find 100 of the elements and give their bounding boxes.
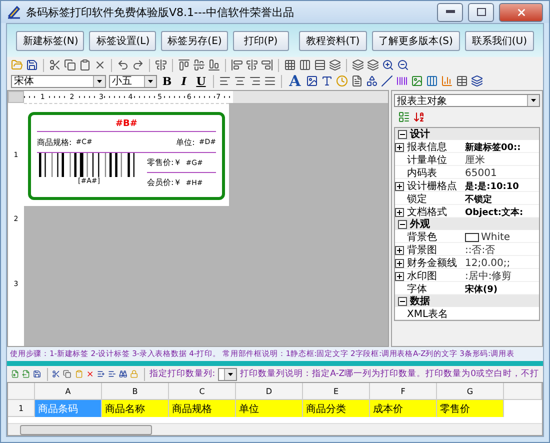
property-row[interactable]: 锁定 不锁定 (395, 192, 539, 205)
copy-icon[interactable] (64, 59, 76, 71)
undo-icon[interactable] (117, 59, 129, 71)
property-row[interactable]: 背景色 White (395, 230, 539, 243)
expand-icon[interactable] (395, 208, 404, 216)
zoom-out-icon[interactable] (397, 59, 409, 71)
columns-icon[interactable] (426, 75, 438, 87)
column-header[interactable]: G (437, 383, 504, 400)
property-row[interactable]: 报表信息 新建标签00:: (395, 140, 539, 153)
property-row[interactable]: 设计栅格点 是:是:10:10 (395, 179, 539, 192)
grid-icon[interactable] (284, 59, 296, 71)
expand-icon[interactable] (395, 142, 404, 152)
italic-button[interactable]: I (177, 74, 191, 88)
align-icon[interactable] (155, 59, 167, 71)
toolbar-button[interactable]: 标签另存(E) (160, 30, 228, 50)
justify-icon[interactable] (264, 75, 276, 87)
count-column-dropdown[interactable] (218, 368, 238, 380)
image-icon[interactable] (306, 75, 318, 87)
scissors-icon[interactable] (52, 368, 60, 380)
underline-button[interactable]: U (194, 74, 208, 88)
sort-az-icon[interactable] (413, 111, 425, 123)
clipboard-icon[interactable] (74, 368, 83, 380)
align-right-icon[interactable] (249, 75, 261, 87)
object-dropdown[interactable]: 报表主对象 (394, 94, 540, 107)
text-icon[interactable] (321, 75, 333, 87)
align-left-icon[interactable] (231, 59, 243, 71)
property-row[interactable]: 内码表 65001 (395, 166, 539, 179)
column-header[interactable]: F (370, 383, 437, 400)
font-dropdown[interactable]: 宋体 (11, 74, 106, 88)
export-icon[interactable] (22, 368, 30, 380)
table-cell[interactable]: 零售价 (437, 400, 504, 417)
align-top-icon[interactable] (178, 59, 190, 71)
save-icon[interactable] (26, 59, 38, 71)
scroll-thumb[interactable] (20, 424, 152, 434)
caret-icon[interactable] (93, 76, 105, 86)
table-cell[interactable]: 单位 (236, 400, 303, 417)
caret-icon[interactable] (144, 76, 156, 86)
property-row[interactable]: 计量单位 厘米 (395, 153, 539, 166)
expand-icon[interactable] (395, 246, 404, 254)
bold-button[interactable]: B (160, 74, 174, 88)
toolbar-button[interactable]: 教程资料(T) (298, 30, 367, 50)
align-right-icon[interactable] (261, 59, 273, 71)
line-icon[interactable] (381, 75, 393, 87)
property-row[interactable]: 背景图 ::否:否 (395, 243, 539, 256)
toolbar-button[interactable]: 了解更多版本(S) (372, 30, 460, 50)
close-button[interactable] (499, 2, 543, 22)
image-icon[interactable] (411, 75, 423, 87)
column-header[interactable]: E (303, 383, 370, 400)
layers-icon[interactable] (471, 75, 483, 87)
expand-icon[interactable] (395, 258, 404, 268)
delete-icon[interactable] (94, 59, 106, 71)
align-bottom-icon[interactable] (208, 59, 220, 71)
table-cell[interactable]: 商品分类 (303, 400, 370, 417)
column-header[interactable]: A (35, 383, 102, 400)
zoom-in-icon[interactable] (382, 59, 394, 71)
table-cell[interactable]: 商品名称 (102, 400, 169, 417)
copy-icon[interactable] (63, 368, 72, 380)
expand-icon[interactable] (395, 272, 404, 280)
column-header[interactable]: C (169, 383, 236, 400)
column-header[interactable]: B (102, 383, 169, 400)
document-icon[interactable] (351, 75, 363, 87)
align-center-icon[interactable] (246, 59, 258, 71)
table-icon[interactable] (456, 75, 468, 87)
layers-icon[interactable] (367, 59, 379, 71)
property-row[interactable]: 财务金额线 12;0.00;; (395, 256, 539, 269)
align-left-icon[interactable] (219, 75, 231, 87)
binoculars-icon[interactable] (119, 368, 128, 380)
collapse-icon[interactable] (398, 130, 407, 138)
expand-icon[interactable] (395, 182, 404, 190)
table-cell[interactable]: 成本价 (370, 400, 437, 417)
bar-chart-icon[interactable] (441, 75, 453, 87)
property-row[interactable]: 水印图 :居中:修剪 (395, 269, 539, 282)
maximize-button[interactable] (468, 2, 494, 22)
collapse-icon[interactable] (398, 220, 407, 228)
minimize-button[interactable] (437, 2, 463, 22)
toolbar-button[interactable]: 新建标签(N) (16, 30, 84, 50)
shapes-icon[interactable] (366, 75, 378, 87)
property-row[interactable]: XML表名 (395, 307, 539, 320)
save-icon[interactable] (33, 368, 42, 380)
toolbar-button[interactable]: 联系我们(U) (464, 30, 534, 50)
size-dropdown[interactable]: 小五 (109, 74, 157, 88)
text-tool-button[interactable]: A (287, 73, 303, 89)
caret-icon[interactable] (224, 368, 236, 380)
scissors-icon[interactable] (49, 59, 61, 71)
horizontal-scrollbar[interactable] (8, 423, 542, 435)
collapse-icon[interactable] (398, 296, 407, 306)
align-center-icon[interactable] (234, 75, 246, 87)
columns-icon[interactable] (299, 59, 311, 71)
layers-icon[interactable] (352, 59, 364, 71)
column-header[interactable]: D (236, 383, 303, 400)
layers-icon[interactable] (329, 59, 341, 71)
clipboard-icon[interactable] (79, 59, 91, 71)
redo-icon[interactable] (132, 59, 144, 71)
table-cell[interactable]: 商品规格 (169, 400, 236, 417)
toolbar-button[interactable]: 标签设置(L) (89, 30, 156, 50)
caret-icon[interactable] (527, 95, 539, 106)
row-header[interactable]: 1 (8, 400, 35, 417)
rows-icon[interactable] (314, 59, 326, 71)
barcode-icon[interactable] (396, 75, 408, 87)
toolbar-button[interactable]: 打印(P) (232, 30, 289, 50)
